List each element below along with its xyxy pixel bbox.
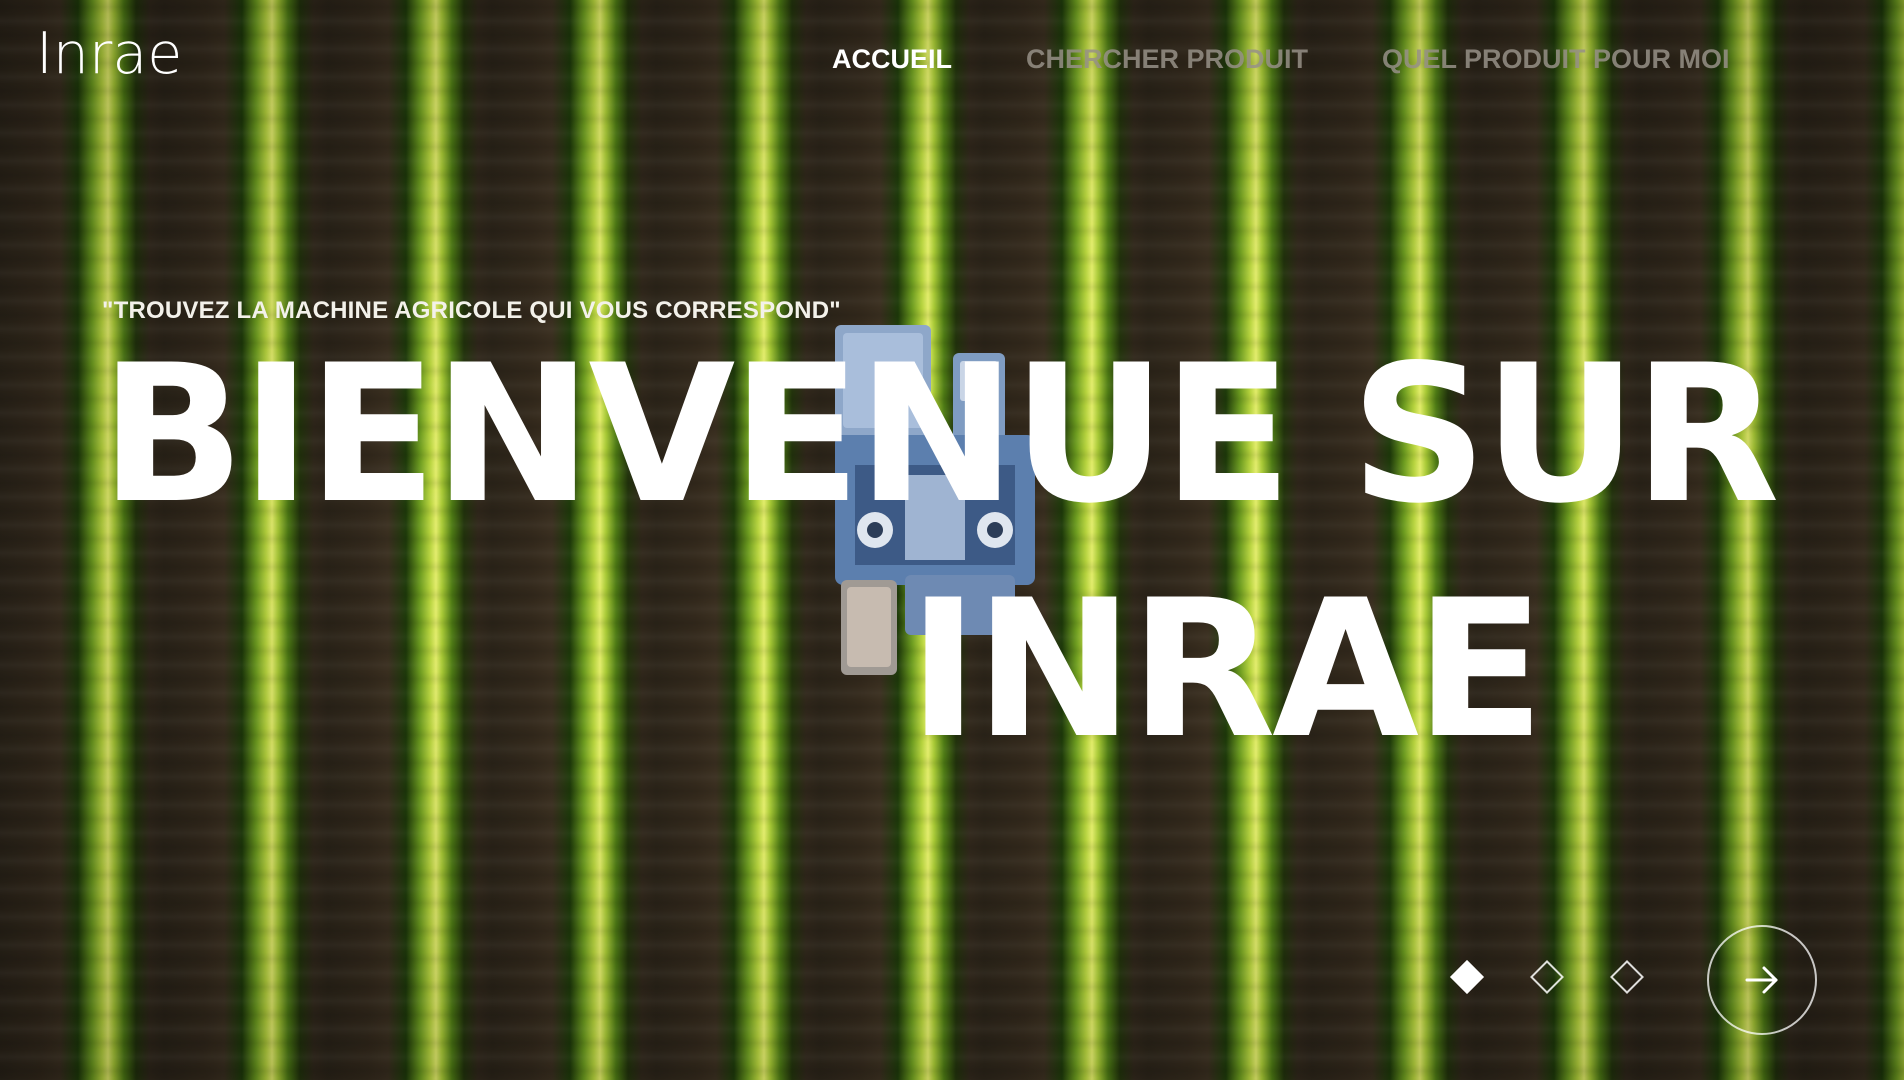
slide-pager (1450, 960, 1644, 994)
slide-dot-2[interactable] (1530, 960, 1564, 994)
nav-item-chercher-produit[interactable]: CHERCHER PRODUIT (1026, 44, 1308, 75)
slide-dot-3[interactable] (1610, 960, 1644, 994)
main-nav: ACCUEIL CHERCHER PRODUIT QUEL PRODUIT PO… (832, 44, 1730, 75)
hero-section: Inrae ACCUEIL CHERCHER PRODUIT QUEL PROD… (0, 0, 1904, 1080)
nav-item-quel-produit-pour-moi[interactable]: QUEL PRODUIT POUR MOI (1382, 44, 1730, 75)
headline-line-1: BIENVENUE SUR (100, 324, 1780, 545)
nav-item-accueil[interactable]: ACCUEIL (832, 44, 952, 75)
slide-dot-1[interactable] (1450, 960, 1484, 994)
next-slide-button[interactable] (1707, 925, 1817, 1035)
headline-line-2: INRAE (908, 559, 1545, 780)
hero-tagline: "TROUVEZ LA MACHINE AGRICOLE QUI VOUS CO… (102, 297, 841, 324)
brand-logo[interactable]: Inrae (36, 26, 182, 83)
arrow-right-icon (1745, 966, 1778, 994)
